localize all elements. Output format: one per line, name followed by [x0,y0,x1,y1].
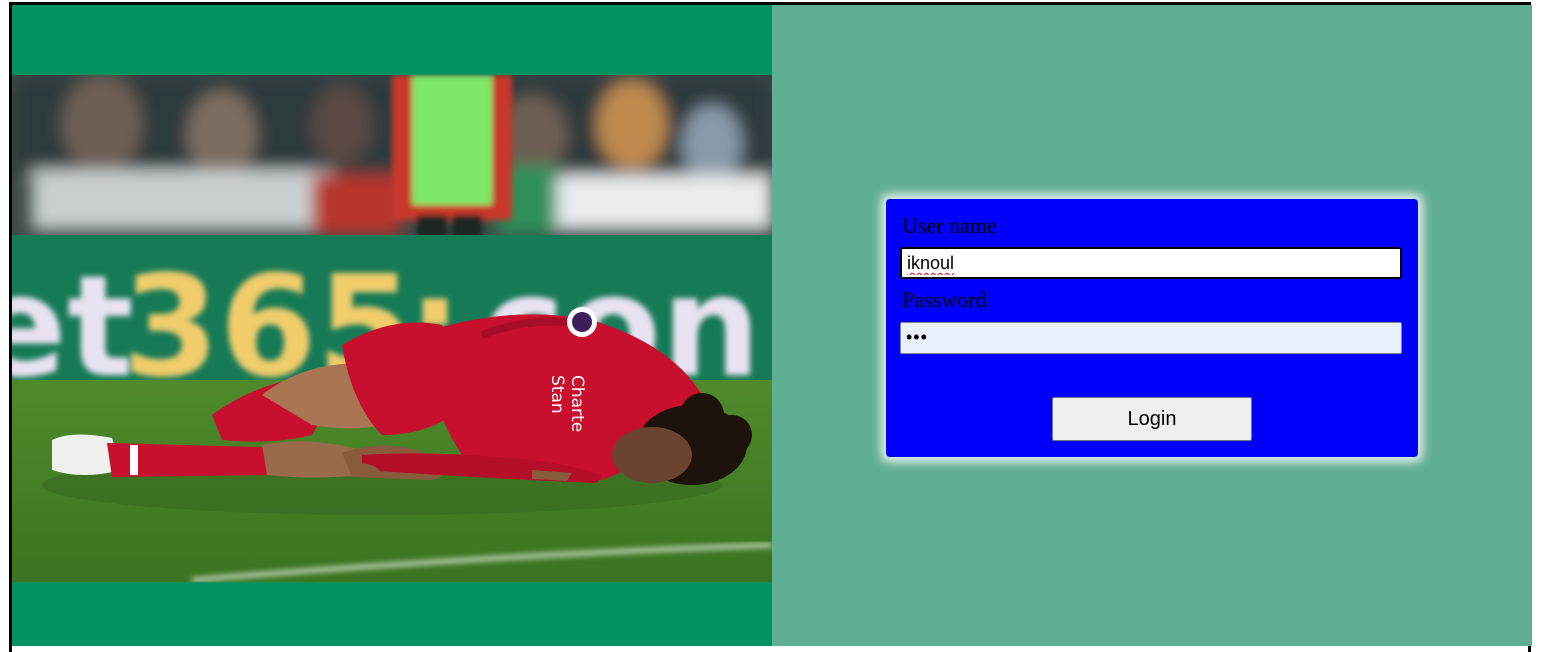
password-input[interactable]: ••• [900,322,1402,354]
username-value: iknoul [907,253,955,273]
password-mask: ••• [906,327,928,347]
login-button[interactable]: Login [1052,397,1252,441]
username-input[interactable]: iknoul [900,247,1402,279]
svg-text:Charte: Charte [567,375,587,432]
login-form: User name iknoul Password ••• Login [886,199,1418,457]
password-label: Password [902,287,987,312]
hero-photo: et 365 : con Stan Charte [12,75,772,582]
left-pane: et 365 : con Stan Charte [12,5,772,646]
svg-text:Stan: Stan [547,375,567,414]
right-pane: User name iknoul Password ••• Login [772,5,1532,646]
username-label: User name [902,213,997,238]
